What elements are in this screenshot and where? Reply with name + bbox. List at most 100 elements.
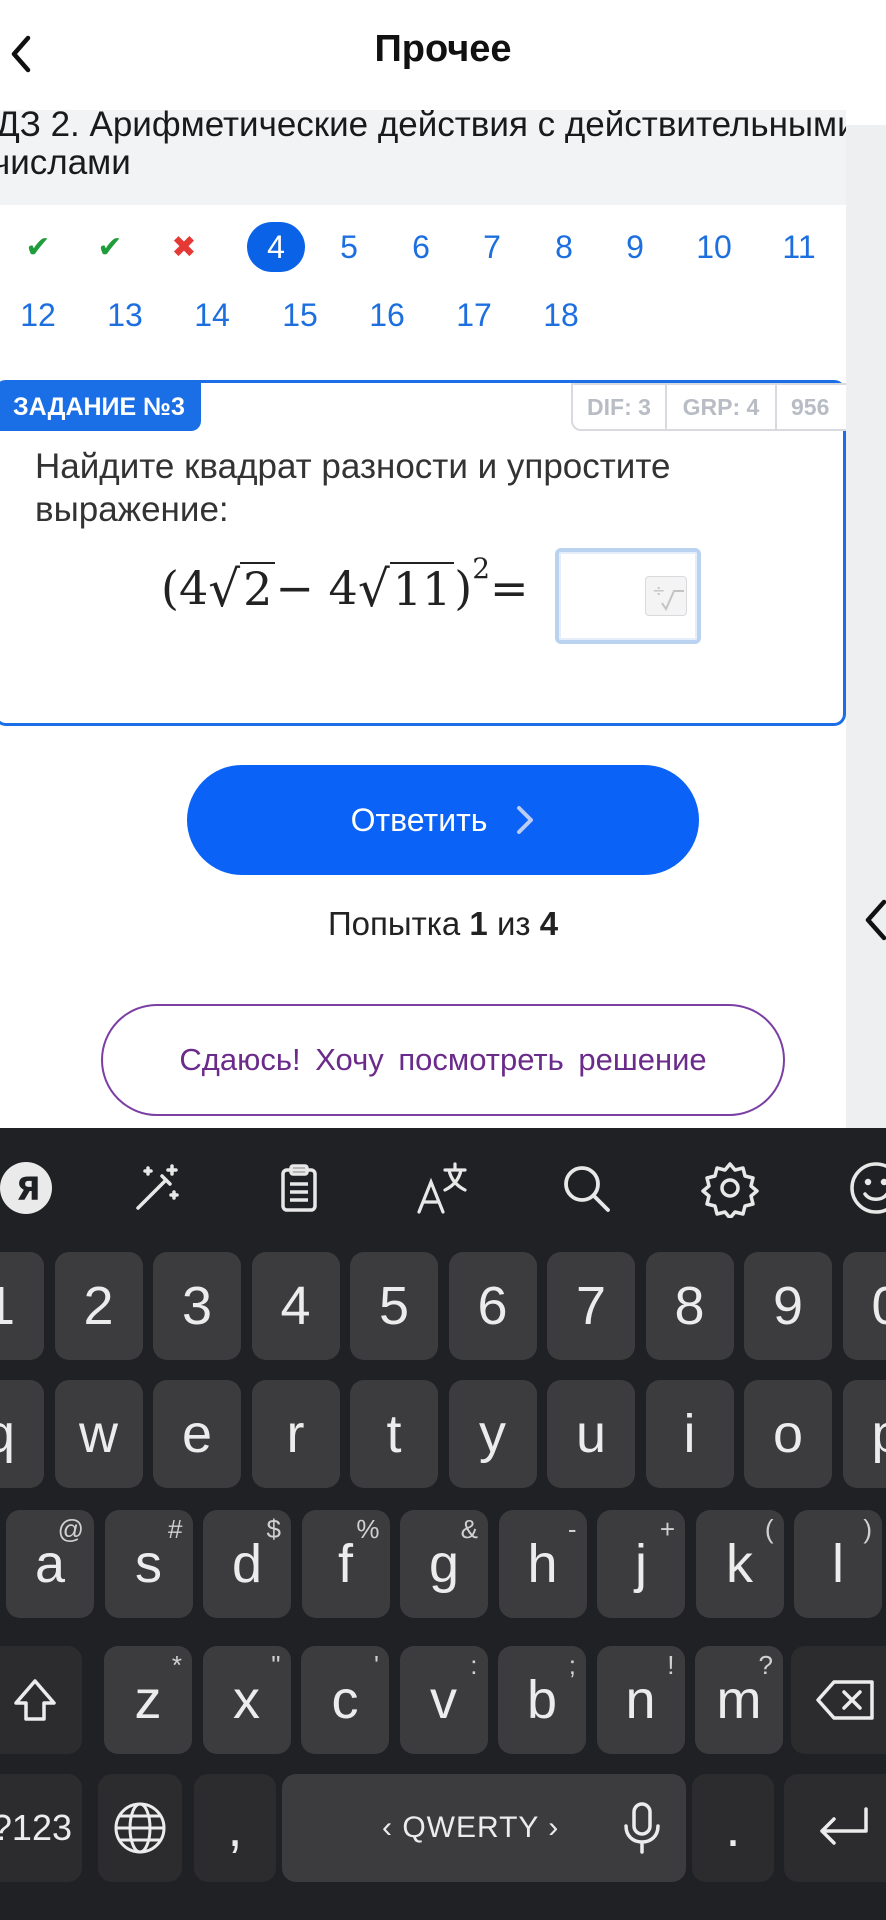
key-m[interactable]: m? <box>695 1646 783 1754</box>
difficulty-tag: DIF: 3 <box>571 383 667 431</box>
task-nav-item[interactable]: 8 <box>534 222 594 272</box>
key-v[interactable]: v: <box>399 1646 488 1754</box>
answer-input[interactable]: ÷ <box>555 548 701 644</box>
key-d[interactable]: d $ <box>203 1510 291 1618</box>
svg-text:÷: ÷ <box>652 581 665 600</box>
key-y[interactable]: y <box>448 1380 537 1488</box>
microphone-icon[interactable] <box>620 1800 664 1856</box>
math-keyboard-icon: ÷ <box>652 581 684 612</box>
attempt-counter: Попытка 1 из 4 <box>327 905 559 942</box>
enter-key[interactable] <box>784 1774 886 1882</box>
key-h[interactable]: h- <box>498 1510 587 1618</box>
sqrt-2: √ 2 <box>208 561 276 614</box>
key-9[interactable]: 9 <box>744 1252 832 1360</box>
task-nav-item[interactable]: 13 <box>95 290 155 340</box>
gear-icon <box>701 1162 759 1218</box>
period-key[interactable]: . <box>692 1774 774 1882</box>
key-w[interactable]: w <box>54 1380 143 1488</box>
key-r[interactable]: r <box>251 1380 340 1488</box>
key-5[interactable]: 5 <box>350 1252 438 1360</box>
lesson-title-line2: числами <box>0 143 131 182</box>
key-t[interactable]: t <box>350 1380 438 1488</box>
task-nav-item[interactable]: ✖ <box>154 222 214 272</box>
task-nav-item[interactable]: 9 <box>605 222 665 272</box>
key-u[interactable]: u <box>547 1380 635 1488</box>
task-prompt: Найдите квадрат разности и упростите выр… <box>35 447 671 529</box>
group-tag: GRP: 4 <box>665 383 777 431</box>
key-q[interactable]: q <box>0 1380 44 1488</box>
screen: Прочее ДЗ 2. Арифметические действия с д… <box>0 0 886 1920</box>
translate-button[interactable] <box>403 1128 483 1248</box>
key-0[interactable]: 0 <box>842 1252 886 1360</box>
task-id-tag: 956 <box>775 383 846 431</box>
math-keyboard-toggle[interactable]: ÷ <box>645 576 687 616</box>
settings-button[interactable] <box>690 1128 770 1248</box>
emoji-button[interactable] <box>836 1128 886 1248</box>
key-e[interactable]: e <box>153 1380 241 1488</box>
lesson-title: ДЗ 2. Арифметические действия с действит… <box>0 110 846 182</box>
key-b[interactable]: b; <box>498 1646 586 1754</box>
key-4[interactable]: 4 <box>251 1252 340 1360</box>
key-a[interactable]: a @ <box>6 1510 94 1618</box>
key-1[interactable]: 1 <box>0 1252 44 1360</box>
language-key[interactable] <box>98 1774 182 1882</box>
key-f[interactable]: f% <box>301 1510 390 1618</box>
task-navigation: ✔ ✔ ✖ 4 5 6 7 8 9 10 11 12 13 14 15 16 17 18 <box>0 222 846 372</box>
task-nav-item[interactable]: 14 <box>182 290 242 340</box>
backspace-icon <box>816 1680 874 1720</box>
app-bar: Прочее <box>0 0 886 110</box>
enter-icon <box>820 1807 868 1845</box>
magic-wand-button[interactable] <box>116 1128 196 1248</box>
layout-name: ‹ QWERTY › <box>382 1811 560 1844</box>
task-nav-item[interactable]: 10 <box>684 222 744 272</box>
key-j[interactable]: j + <box>597 1510 685 1618</box>
key-6[interactable]: 6 <box>448 1252 537 1360</box>
lesson-title-line1: ДЗ 2. Арифметические действия с действит… <box>0 110 846 144</box>
give-up-button[interactable]: Сдаюсь! Хочу посмотреть решение <box>101 1004 785 1116</box>
task-nav-item[interactable]: 11 <box>769 222 829 272</box>
task-nav-item[interactable]: 5 <box>319 222 379 272</box>
search-button[interactable] <box>546 1128 626 1248</box>
comma-key[interactable]: , <box>194 1774 276 1882</box>
task-nav-item[interactable]: 16 <box>357 290 417 340</box>
side-panel-open-icon[interactable] <box>862 896 886 944</box>
key-c[interactable]: c ' <box>301 1646 389 1754</box>
key-i[interactable]: i <box>645 1380 734 1488</box>
key-l[interactable]: l) <box>794 1510 882 1618</box>
task-nav-item[interactable]: 7 <box>462 222 522 272</box>
key-s[interactable]: s # <box>104 1510 193 1618</box>
task-nav-item[interactable]: 18 <box>531 290 591 340</box>
shift-key[interactable] <box>0 1646 82 1754</box>
key-g[interactable]: g & <box>400 1510 488 1618</box>
page-title: Прочее <box>374 28 512 70</box>
task-nav-item[interactable]: 12 <box>8 290 68 340</box>
key-x[interactable]: x " <box>202 1646 291 1754</box>
translate-icon <box>417 1162 467 1214</box>
task-nav-item[interactable]: 15 <box>270 290 330 340</box>
clipboard-icon <box>281 1164 317 1212</box>
shift-icon <box>14 1679 56 1721</box>
yandex-logo-button[interactable]: Я <box>0 1128 66 1248</box>
submit-answer-button[interactable]: Ответить <box>187 765 699 875</box>
backspace-key[interactable] <box>791 1646 886 1754</box>
symbols-key[interactable]: ?123 <box>0 1774 82 1882</box>
emoji-icon <box>850 1162 886 1214</box>
task-card: ЗАДАНИЕ №3 DIF: 3 GRP: 4 956 Найдите ква… <box>0 380 846 726</box>
key-7[interactable]: 7 <box>547 1252 635 1360</box>
webview: ДЗ 2. Арифметические действия с действит… <box>0 110 846 1128</box>
key-2[interactable]: 2 <box>54 1252 143 1360</box>
task-nav-item[interactable]: ✔ <box>8 222 68 272</box>
task-nav-item[interactable]: 4 <box>247 222 305 272</box>
key-3[interactable]: 3 <box>153 1252 241 1360</box>
key-p[interactable]: p <box>842 1380 886 1488</box>
clipboard-button[interactable] <box>259 1128 339 1248</box>
key-8[interactable]: 8 <box>645 1252 734 1360</box>
task-nav-item[interactable]: 6 <box>391 222 451 272</box>
key-k[interactable]: k( <box>695 1510 784 1618</box>
task-nav-item[interactable]: ✔ <box>80 222 140 272</box>
math-expression: (4 √ 2 − 4 √ 11 ) 2 = <box>161 551 529 619</box>
key-n[interactable]: n! <box>596 1646 685 1754</box>
task-nav-item[interactable]: 17 <box>444 290 504 340</box>
key-z[interactable]: z * <box>104 1646 192 1754</box>
key-o[interactable]: o <box>744 1380 832 1488</box>
